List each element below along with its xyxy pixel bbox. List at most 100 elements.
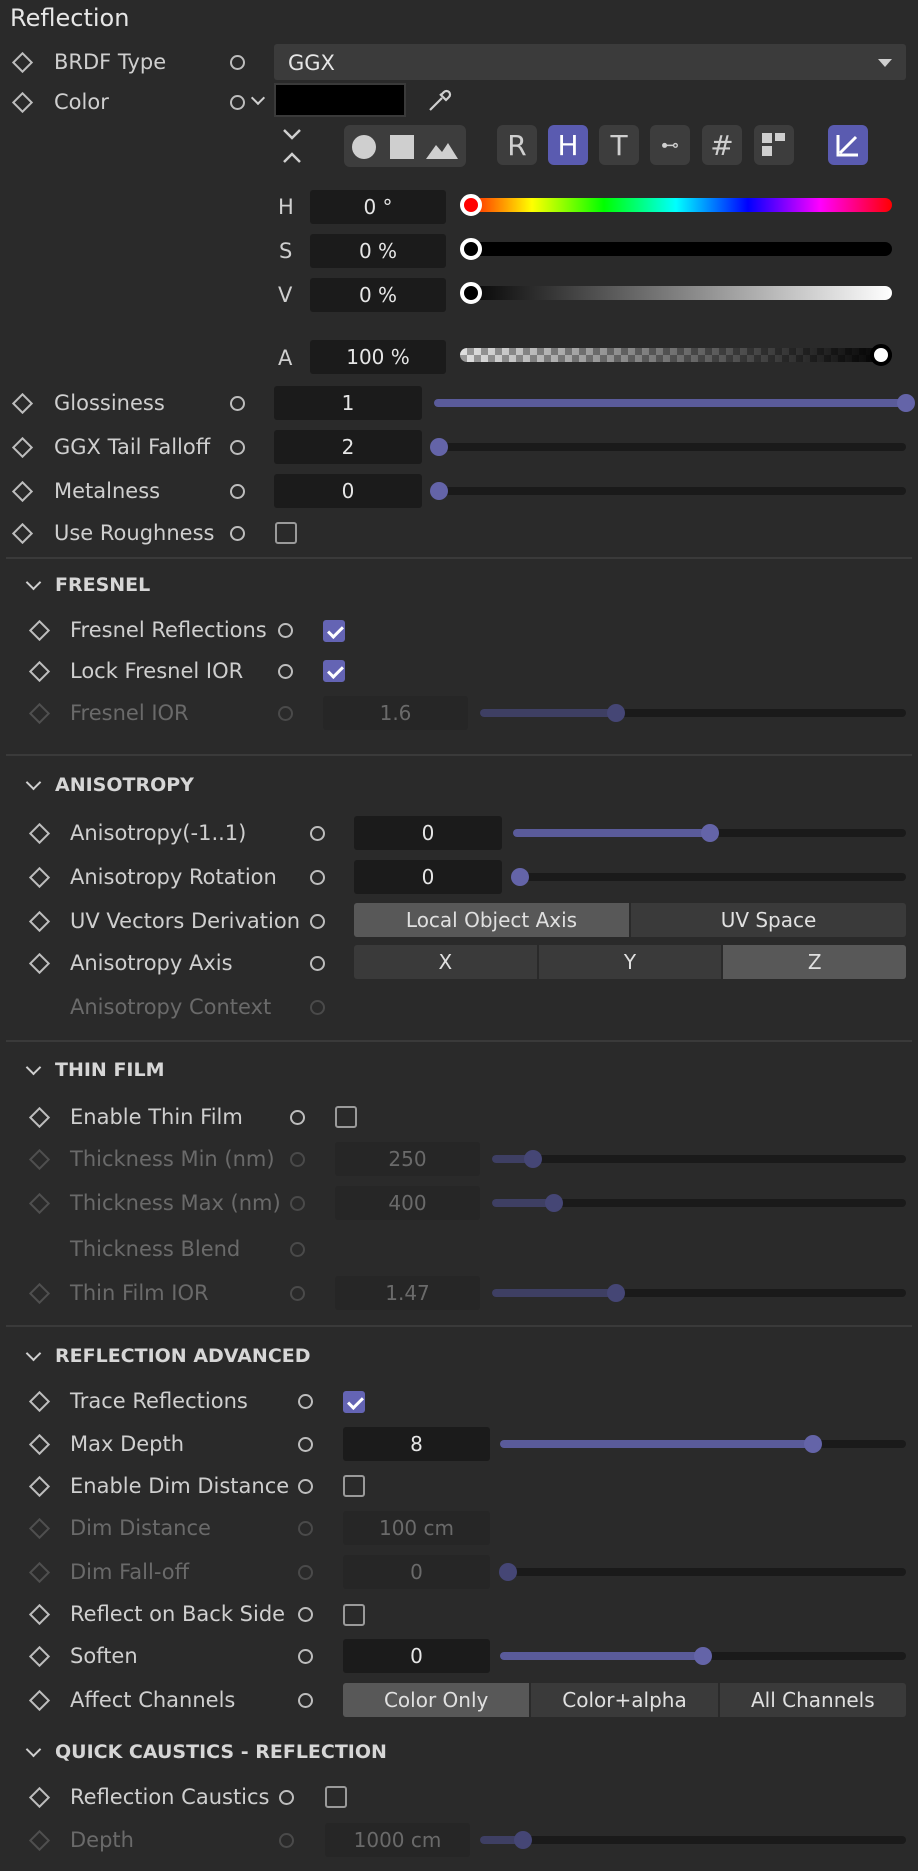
anisotropy-rotation-slider[interactable] — [511, 868, 906, 886]
affect-option-all-channels[interactable]: All Channels — [717, 1683, 906, 1717]
saturation-slider[interactable] — [460, 238, 892, 260]
axis-option-z[interactable]: Z — [721, 945, 906, 979]
reflect-back-side-checkbox[interactable] — [343, 1604, 365, 1626]
keyframe-icon[interactable] — [28, 1433, 51, 1456]
keyframe-icon[interactable] — [28, 1106, 51, 1129]
use-roughness-checkbox[interactable] — [275, 522, 297, 544]
trace-reflections-checkbox[interactable] — [343, 1391, 365, 1413]
animate-radio[interactable] — [230, 55, 245, 70]
max-depth-field[interactable]: 8 — [343, 1427, 490, 1461]
section-reflection-advanced-header[interactable]: REFLECTION ADVANCED — [25, 1345, 311, 1367]
animate-radio[interactable] — [230, 484, 245, 499]
uv-option-uv-space[interactable]: UV Space — [629, 903, 906, 937]
eyedropper-icon[interactable] — [424, 84, 456, 116]
ggx-falloff-slider[interactable] — [430, 438, 906, 456]
keyframe-icon[interactable] — [28, 1475, 51, 1498]
glossiness-slider[interactable] — [434, 394, 915, 412]
section-fresnel-header[interactable]: FRESNEL — [25, 574, 150, 596]
kelvin-button[interactable]: T — [599, 125, 639, 165]
animate-radio[interactable] — [310, 826, 325, 841]
animate-radio[interactable] — [230, 526, 245, 541]
swatches-button[interactable] — [754, 125, 794, 165]
affect-option-color-alpha[interactable]: Color+alpha — [529, 1683, 717, 1717]
keyframe-icon[interactable] — [28, 1786, 51, 1809]
hex-button[interactable]: # — [702, 125, 742, 165]
image-icon[interactable] — [426, 137, 458, 159]
keyframe-icon[interactable] — [28, 660, 51, 683]
keyframe-icon[interactable] — [28, 1645, 51, 1668]
keyframe-icon[interactable] — [28, 619, 51, 642]
saturation-field[interactable]: 0 % — [310, 234, 446, 268]
keyframe-icon[interactable] — [11, 91, 34, 114]
animate-radio[interactable] — [278, 623, 293, 638]
reflection-caustics-checkbox[interactable] — [325, 1786, 347, 1808]
alpha-slider[interactable] — [460, 344, 892, 366]
mixer-button[interactable]: ⊷ — [650, 125, 690, 165]
keyframe-icon[interactable] — [28, 822, 51, 845]
wheel-icon[interactable] — [352, 135, 376, 159]
animate-radio[interactable] — [279, 1790, 294, 1805]
value-field[interactable]: 0 % — [310, 278, 446, 312]
alpha-field[interactable]: 100 % — [310, 340, 446, 374]
enable-dim-distance-checkbox[interactable] — [343, 1475, 365, 1497]
animate-radio[interactable] — [230, 95, 245, 110]
rgb-button[interactable]: R — [497, 125, 537, 165]
animate-radio[interactable] — [290, 1110, 305, 1125]
animate-radio[interactable] — [230, 396, 245, 411]
section-thin-film-header[interactable]: THIN FILM — [25, 1059, 165, 1081]
max-depth-slider[interactable] — [500, 1435, 906, 1453]
section-quick-caustics-header[interactable]: QUICK CAUSTICS - REFLECTION — [25, 1741, 387, 1763]
uv-option-local-object-axis[interactable]: Local Object Axis — [354, 903, 629, 937]
keyframe-icon[interactable] — [11, 51, 34, 74]
animate-radio[interactable] — [230, 440, 245, 455]
alpha-knob[interactable] — [870, 344, 892, 366]
lock-fresnel-ior-checkbox[interactable] — [323, 660, 345, 682]
ggx-falloff-field[interactable]: 2 — [274, 430, 422, 464]
animate-radio[interactable] — [298, 1693, 313, 1708]
hue-slider[interactable] — [460, 194, 892, 216]
keyframe-icon[interactable] — [28, 910, 51, 933]
hsv-button[interactable]: H — [548, 125, 588, 165]
keyframe-icon[interactable] — [28, 1390, 51, 1413]
value-knob[interactable] — [460, 282, 482, 304]
soften-field[interactable]: 0 — [343, 1639, 490, 1673]
animate-radio[interactable] — [298, 1649, 313, 1664]
keyframe-icon[interactable] — [28, 1603, 51, 1626]
keyframe-icon[interactable] — [28, 952, 51, 975]
animate-radio[interactable] — [310, 956, 325, 971]
keyframe-icon[interactable] — [11, 522, 34, 545]
soften-slider[interactable] — [500, 1647, 906, 1665]
collapse-arrows-icon[interactable] — [278, 126, 306, 166]
metalness-slider[interactable] — [430, 482, 906, 500]
color-swatch[interactable] — [274, 83, 406, 117]
keyframe-icon[interactable] — [28, 866, 51, 889]
section-anisotropy-header[interactable]: ANISOTROPY — [25, 774, 194, 796]
keyframe-icon[interactable] — [11, 392, 34, 415]
hue-field[interactable]: 0 ° — [310, 190, 446, 224]
animate-radio[interactable] — [298, 1437, 313, 1452]
anisotropy-rotation-field[interactable]: 0 — [354, 860, 502, 894]
value-slider[interactable] — [460, 282, 892, 304]
animate-radio[interactable] — [298, 1479, 313, 1494]
keyframe-icon[interactable] — [11, 436, 34, 459]
expand-chevron-icon[interactable] — [250, 90, 266, 106]
metalness-field[interactable]: 0 — [274, 474, 422, 508]
affect-option-color-only[interactable]: Color Only — [343, 1683, 530, 1717]
fresnel-reflections-checkbox[interactable] — [323, 620, 345, 642]
axis-option-x[interactable]: X — [354, 945, 537, 979]
keyframe-icon[interactable] — [28, 1689, 51, 1712]
axis-option-y[interactable]: Y — [536, 945, 722, 979]
saturation-knob[interactable] — [460, 238, 482, 260]
animate-radio[interactable] — [278, 664, 293, 679]
keyframe-icon[interactable] — [11, 480, 34, 503]
anisotropy-field[interactable]: 0 — [354, 816, 502, 850]
anisotropy-slider[interactable] — [513, 824, 906, 842]
animate-radio[interactable] — [310, 914, 325, 929]
brdf-dropdown[interactable]: GGX — [274, 44, 906, 80]
linear-color-button[interactable] — [828, 125, 868, 165]
spectrum-icon[interactable] — [390, 135, 414, 159]
glossiness-field[interactable]: 1 — [274, 386, 422, 420]
enable-thin-film-checkbox[interactable] — [335, 1106, 357, 1128]
animate-radio[interactable] — [310, 870, 325, 885]
animate-radio[interactable] — [298, 1607, 313, 1622]
